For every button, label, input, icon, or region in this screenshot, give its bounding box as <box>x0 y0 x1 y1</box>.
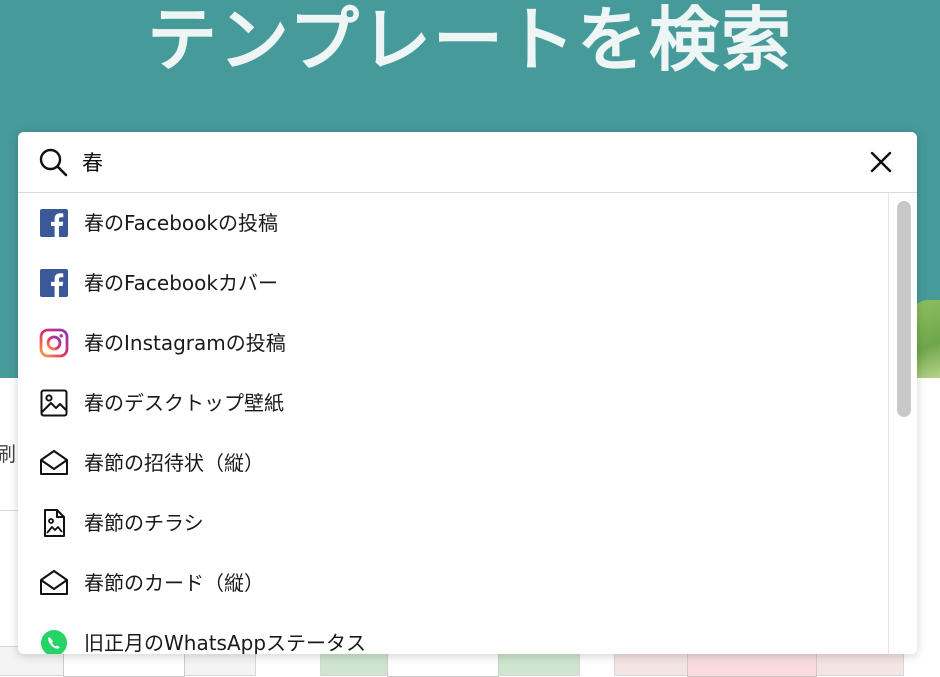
envelope-icon <box>40 570 68 595</box>
divider <box>0 510 20 511</box>
thumbnail-preview <box>387 653 499 677</box>
suggestion-label: 旧正月のWhatsAppステータス <box>84 631 367 654</box>
category-tab-partial[interactable]: 刷 <box>0 438 16 467</box>
flyer-icon <box>44 509 65 537</box>
suggestion-label: 春節のチラシ <box>84 511 204 535</box>
suggestion-item[interactable]: 春のInstagramの投稿 <box>18 313 888 373</box>
scrollbar-thumb[interactable] <box>897 201 911 417</box>
facebook-icon <box>40 209 68 237</box>
scrollbar[interactable] <box>888 193 917 654</box>
search-input[interactable] <box>82 145 842 179</box>
suggestion-label: 春節のカード（縦） <box>84 571 264 595</box>
search-dropdown: 春のFacebookの投稿 春のFacebookカバー <box>18 132 917 654</box>
instagram-icon <box>39 328 69 358</box>
facebook-icon <box>40 269 68 297</box>
thumbnail-preview <box>63 653 185 677</box>
suggestion-label: 春のInstagramの投稿 <box>84 331 286 355</box>
suggestion-item[interactable]: 春節の招待状（縦） <box>18 433 888 493</box>
envelope-icon <box>40 450 68 475</box>
suggestion-label: 春のFacebookカバー <box>84 271 278 295</box>
image-icon <box>40 389 68 417</box>
suggestion-item[interactable]: 春節のチラシ <box>18 493 888 553</box>
suggestion-list: 春のFacebookの投稿 春のFacebookカバー 春のInstagramの… <box>18 193 888 654</box>
page-title: テンプレートを検索 <box>147 0 793 81</box>
search-icon <box>39 148 68 177</box>
suggestion-label: 春のFacebookの投稿 <box>84 211 278 235</box>
clear-search-icon[interactable] <box>867 148 895 176</box>
suggestion-label: 春節の招待状（縦） <box>84 451 264 475</box>
suggestion-label: 春のデスクトップ壁紙 <box>84 391 284 415</box>
whatsapp-icon <box>41 630 67 654</box>
suggestion-item[interactable]: 春のFacebookカバー <box>18 253 888 313</box>
suggestion-item[interactable]: 春のデスクトップ壁紙 <box>18 373 888 433</box>
thumbnail-preview <box>687 653 817 677</box>
suggestion-item[interactable]: 春のFacebookの投稿 <box>18 193 888 253</box>
suggestion-item[interactable]: 旧正月のWhatsAppステータス <box>18 613 888 654</box>
suggestion-item[interactable]: 春節のカード（縦） <box>18 553 888 613</box>
search-bar <box>18 132 917 193</box>
